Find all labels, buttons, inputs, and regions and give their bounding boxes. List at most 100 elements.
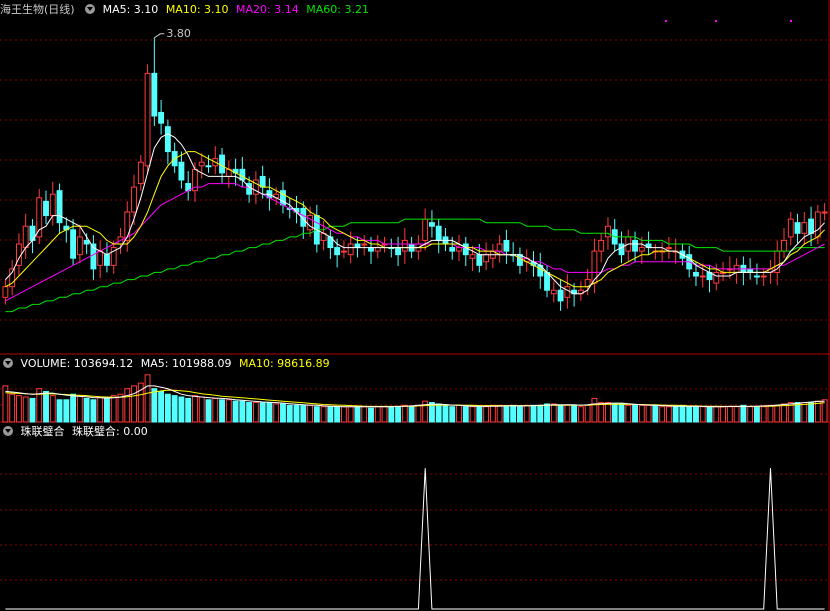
volume-bar <box>781 403 787 423</box>
candle-body <box>503 239 510 252</box>
candle-body <box>49 193 56 217</box>
volume-bar <box>381 406 388 423</box>
candle-body <box>70 229 77 259</box>
volume-bar <box>83 397 90 423</box>
volume-bar <box>571 404 578 423</box>
volume-bar <box>408 406 415 423</box>
volume-bar <box>90 399 97 423</box>
volume-bar <box>632 404 638 423</box>
candle-body <box>760 275 767 278</box>
volume-bar <box>706 406 713 423</box>
candle-body <box>564 286 571 298</box>
candle-body <box>144 72 151 167</box>
volume-bar <box>740 404 747 423</box>
volume-bar <box>374 406 381 423</box>
candle-body <box>43 200 49 217</box>
volume-bar <box>327 406 334 423</box>
volume-bar <box>665 406 672 423</box>
signal-dot <box>715 20 717 22</box>
volume-bar <box>713 406 720 423</box>
volume-bar <box>49 395 56 423</box>
volume-bar <box>544 403 550 423</box>
volume-bar <box>313 406 320 423</box>
volume-bar <box>63 399 70 423</box>
candle-body <box>699 275 706 278</box>
volume-bar <box>151 388 158 423</box>
volume-panel-header: VOLUME: 103694.12 MA5: 101988.09 MA10: 9… <box>0 356 334 372</box>
price-settings-icon[interactable] <box>85 4 96 14</box>
candle-body <box>347 243 354 256</box>
indicator-settings-icon[interactable] <box>3 426 13 436</box>
volume-bar <box>456 404 462 423</box>
volume-bar <box>645 404 652 423</box>
candle-body <box>476 254 483 266</box>
candle-body <box>361 243 368 246</box>
volume-bar <box>638 404 645 423</box>
volume-bar <box>659 406 666 423</box>
volume-bar <box>686 406 693 423</box>
volume-bar <box>489 404 496 423</box>
volume-bar <box>625 404 632 423</box>
candle-body <box>665 247 672 250</box>
candle-body <box>605 225 611 238</box>
candle-body <box>22 225 29 249</box>
volume-bar <box>672 406 679 423</box>
volume-bar <box>618 403 625 423</box>
candle-body <box>259 175 266 188</box>
chart-canvas: 3.80 <box>0 0 830 611</box>
candle-body <box>517 254 523 266</box>
candle-body <box>56 190 63 224</box>
volume-bar <box>564 404 571 423</box>
volume-bar <box>117 393 124 423</box>
candle-body <box>151 72 158 117</box>
volume-bar <box>774 404 781 423</box>
volume-bar <box>368 407 374 423</box>
volume-bar <box>171 395 178 423</box>
volume-bar <box>97 396 104 423</box>
volume-bar <box>814 400 821 423</box>
candle-body <box>808 218 815 234</box>
price-panel-header: 海王生物(日线) MA5: 3.10 MA10: 3.10 MA20: 3.14… <box>0 2 373 18</box>
volume-bar <box>598 402 605 423</box>
volume-bar <box>435 403 442 423</box>
candle-body <box>469 254 476 259</box>
candle-body <box>693 271 699 277</box>
volume-bar <box>293 404 300 423</box>
volume-bar <box>347 406 354 423</box>
ma20-legend: MA20: 3.14 <box>236 3 299 16</box>
candle-body <box>787 218 794 238</box>
candle-body <box>794 222 801 234</box>
volume-bar <box>679 404 686 423</box>
volume-settings-icon[interactable] <box>3 358 13 368</box>
volume-bar <box>726 406 733 423</box>
candle-body <box>814 211 821 238</box>
volume-bar <box>219 399 225 423</box>
volume-bar <box>131 385 137 423</box>
candle-body <box>239 168 246 181</box>
candle-body <box>36 197 43 238</box>
volume-bar <box>469 406 476 423</box>
volume-bar <box>340 406 347 423</box>
volume-bar <box>15 395 22 423</box>
volume-bar <box>104 397 110 423</box>
candle-body <box>618 243 625 256</box>
candle-body <box>435 225 442 241</box>
volume-bar <box>537 404 544 423</box>
candle-body <box>638 247 645 252</box>
volume-bar <box>462 406 469 423</box>
candle-body <box>340 250 347 253</box>
volume-bar <box>483 406 490 423</box>
volume-bar <box>591 397 598 423</box>
ma5-legend: MA5: 3.10 <box>102 3 159 16</box>
volume-bar <box>76 395 83 423</box>
volume-bar <box>415 404 422 423</box>
volume-bar <box>693 406 699 423</box>
volume-bar <box>198 396 205 423</box>
candle-body <box>205 165 212 168</box>
volume-bar <box>605 402 611 423</box>
volume-bar <box>22 396 29 423</box>
volume-legend: VOLUME: 103694.12 <box>20 357 134 370</box>
volume-bar <box>259 402 266 423</box>
volume-bar <box>476 406 483 423</box>
candle-body <box>422 218 429 241</box>
